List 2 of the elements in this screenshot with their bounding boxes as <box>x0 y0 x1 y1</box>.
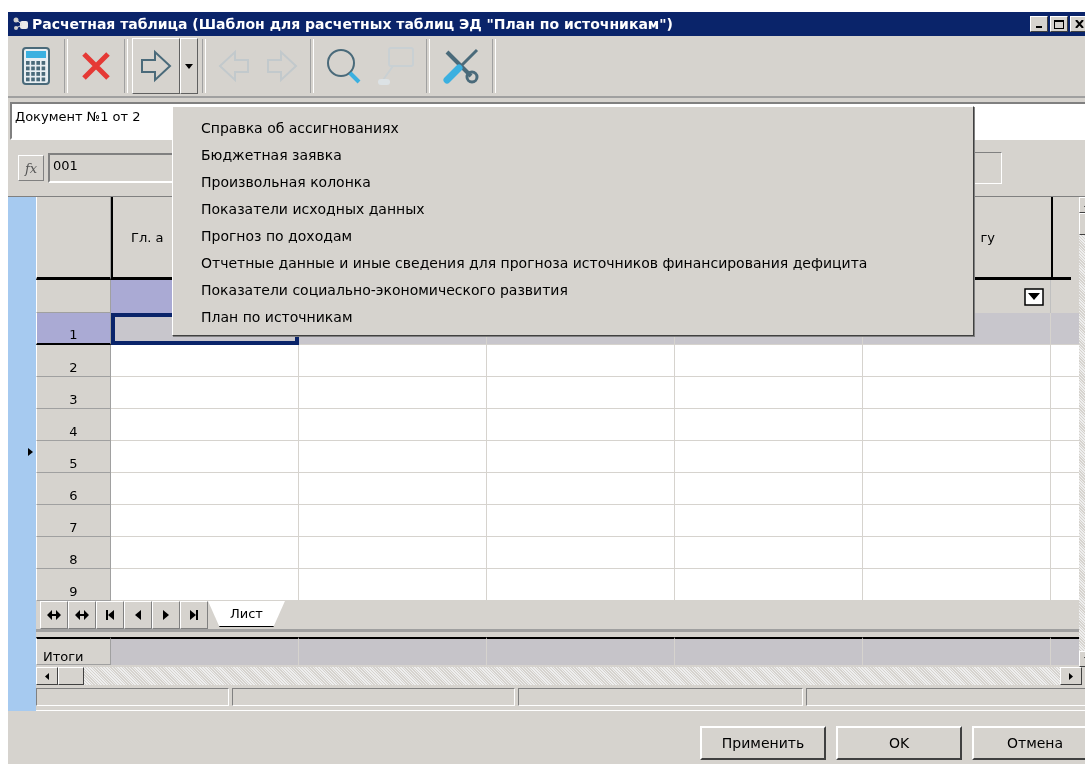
window-title: Расчетная таблица (Шаблон для расчетных таблиц ЭД "План по источникам") <box>32 16 673 32</box>
totals-label: Итоги <box>36 637 111 665</box>
